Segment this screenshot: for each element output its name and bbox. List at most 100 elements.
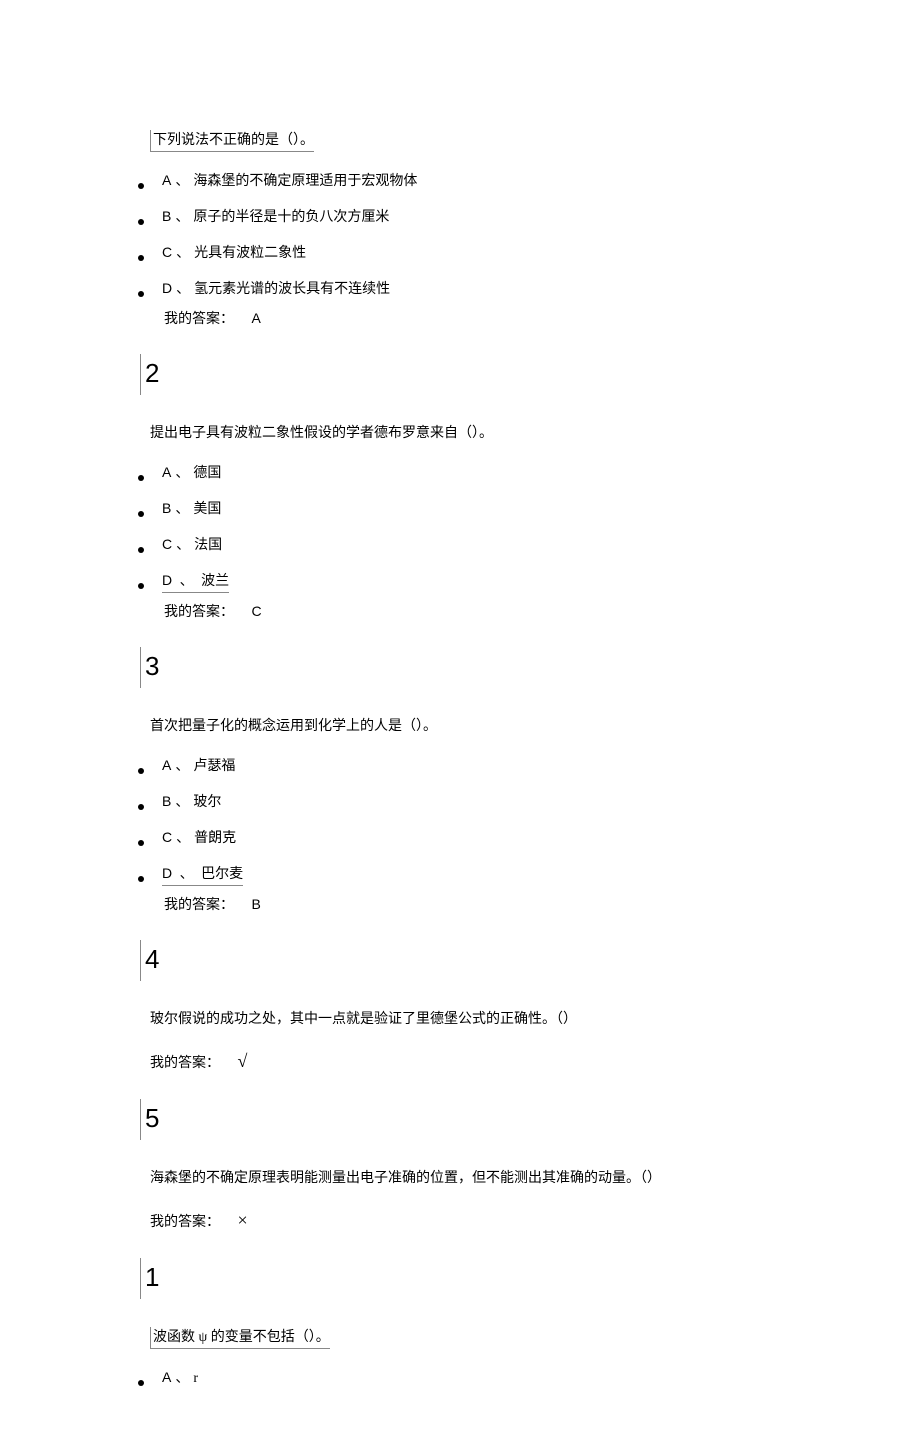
bullet-icon: [138, 547, 144, 553]
option-b: B 、 美国: [130, 498, 790, 520]
option-a: A 、 r: [130, 1367, 790, 1389]
option-c: C 、 法国: [130, 534, 790, 556]
answer-prefix: 我的答案：: [150, 1215, 220, 1230]
bullet-icon: [138, 1380, 144, 1386]
option-d: D 、 氢元素光谱的波长具有不连续性: [130, 278, 790, 300]
option-separator: 、: [175, 792, 189, 813]
option-c: C 、 普朗克: [130, 827, 790, 849]
option-separator: 、: [176, 279, 190, 300]
option-label: A: [162, 1367, 171, 1388]
answer-value: C: [252, 603, 262, 619]
option-label: C: [162, 827, 172, 848]
bullet-icon: [138, 291, 144, 297]
options-list: A 、 海森堡的不确定原理适用于宏观物体 B 、 原子的半径是十的负八次方厘米 …: [130, 170, 790, 300]
option-text: 卢瑟福: [193, 756, 235, 777]
option-label: A: [162, 170, 171, 191]
question-number: 3: [140, 647, 159, 688]
answer-prefix: 我的答案：: [164, 605, 234, 620]
option-label: B: [162, 206, 171, 227]
answer-line: 我的答案： √: [150, 1048, 790, 1075]
option-separator: 、: [180, 867, 194, 882]
question-2: 2 提出电子具有波粒二象性假设的学者德布罗意来自（）。 A 、 德国 B 、 美…: [130, 344, 790, 623]
answer-prefix: 我的答案：: [164, 898, 234, 913]
option-separator: 、: [180, 574, 194, 589]
option-a: A 、 海森堡的不确定原理适用于宏观物体: [130, 170, 790, 192]
options-list: A 、 德国 B 、 美国 C 、 法国 D 、 波兰: [130, 462, 790, 593]
answer-line: 我的答案： B: [164, 894, 790, 916]
option-separator: 、: [175, 1368, 189, 1389]
option-separator: 、: [175, 171, 189, 192]
option-d: D 、 波兰: [130, 570, 790, 593]
option-text: 美国: [193, 499, 221, 520]
option-separator: 、: [176, 828, 190, 849]
option-text: 光具有波粒二象性: [194, 243, 306, 264]
option-c: C 、 光具有波粒二象性: [130, 242, 790, 264]
question-4: 4 玻尔假说的成功之处，其中一点就是验证了里德堡公式的正确性。（） 我的答案： …: [130, 930, 790, 1075]
answer-line: 我的答案： C: [164, 601, 790, 623]
bullet-icon: [138, 804, 144, 810]
answer-value: A: [252, 310, 261, 326]
option-text: 海森堡的不确定原理适用于宏观物体: [193, 171, 417, 192]
option-a: A 、 卢瑟福: [130, 755, 790, 777]
option-text: 德国: [193, 463, 221, 484]
question-text: 下列说法不正确的是（）。: [150, 130, 790, 152]
answer-value: B: [252, 896, 261, 912]
bullet-icon: [138, 768, 144, 774]
answer-prefix: 我的答案：: [150, 1056, 220, 1071]
question-number: 5: [140, 1099, 159, 1140]
question-1: 下列说法不正确的是（）。 A 、 海森堡的不确定原理适用于宏观物体 B 、 原子…: [130, 130, 790, 330]
option-label: B: [162, 498, 171, 519]
options-list: A 、 卢瑟福 B 、 玻尔 C 、 普朗克 D 、 巴尔麦: [130, 755, 790, 886]
bullet-icon: [138, 475, 144, 481]
option-d: D 、 巴尔麦: [130, 863, 790, 886]
option-separator: 、: [175, 463, 189, 484]
question-5: 5 海森堡的不确定原理表明能测量出电子准确的位置，但不能测出其准确的动量。（） …: [130, 1089, 790, 1234]
answer-line: 我的答案： A: [164, 308, 790, 330]
question-text: 波函数 ψ 的变量不包括（）。: [150, 1327, 790, 1349]
bullet-icon: [138, 219, 144, 225]
bullet-icon: [138, 583, 144, 589]
option-label: D: [162, 278, 172, 299]
answer-line: 我的答案： ×: [150, 1207, 790, 1234]
option-label: D: [162, 572, 172, 588]
option-text: 玻尔: [193, 792, 221, 813]
question-number: 1: [140, 1258, 159, 1299]
bullet-icon: [138, 183, 144, 189]
cross-icon: ×: [238, 1210, 248, 1230]
option-text: 氢元素光谱的波长具有不连续性: [194, 279, 390, 300]
option-text: r: [193, 1368, 198, 1389]
option-b: B 、 玻尔: [130, 791, 790, 813]
option-separator: 、: [175, 499, 189, 520]
question-text: 海森堡的不确定原理表明能测量出电子准确的位置，但不能测出其准确的动量。（）: [150, 1168, 790, 1189]
options-list: A 、 r: [130, 1367, 790, 1389]
question-text: 提出电子具有波粒二象性假设的学者德布罗意来自（）。: [150, 423, 790, 444]
bullet-icon: [138, 876, 144, 882]
option-separator: 、: [176, 243, 190, 264]
answer-prefix: 我的答案：: [164, 312, 234, 327]
option-separator: 、: [175, 756, 189, 777]
bullet-icon: [138, 255, 144, 261]
option-text: 波兰: [201, 574, 229, 589]
option-label: D: [162, 865, 172, 881]
option-label: A: [162, 462, 171, 483]
question-number: 4: [140, 940, 159, 981]
option-label: A: [162, 755, 171, 776]
option-separator: 、: [175, 207, 189, 228]
question-3: 3 首次把量子化的概念运用到化学上的人是（）。 A 、 卢瑟福 B 、 玻尔 C…: [130, 637, 790, 916]
option-separator: 、: [176, 535, 190, 556]
checkmark-icon: √: [238, 1051, 248, 1071]
option-a: A 、 德国: [130, 462, 790, 484]
question-text: 玻尔假说的成功之处，其中一点就是验证了里德堡公式的正确性。（）: [150, 1009, 790, 1030]
bullet-icon: [138, 840, 144, 846]
option-b: B 、 原子的半径是十的负八次方厘米: [130, 206, 790, 228]
question-text: 首次把量子化的概念运用到化学上的人是（）。: [150, 716, 790, 737]
option-label: C: [162, 242, 172, 263]
question-number: 2: [140, 354, 159, 395]
option-label: B: [162, 791, 171, 812]
question-6: 1 波函数 ψ 的变量不包括（）。 A 、 r: [130, 1248, 790, 1389]
option-text: 巴尔麦: [201, 867, 243, 882]
option-text: 法国: [194, 535, 222, 556]
option-label: C: [162, 534, 172, 555]
option-text: 原子的半径是十的负八次方厘米: [193, 207, 389, 228]
bullet-icon: [138, 511, 144, 517]
